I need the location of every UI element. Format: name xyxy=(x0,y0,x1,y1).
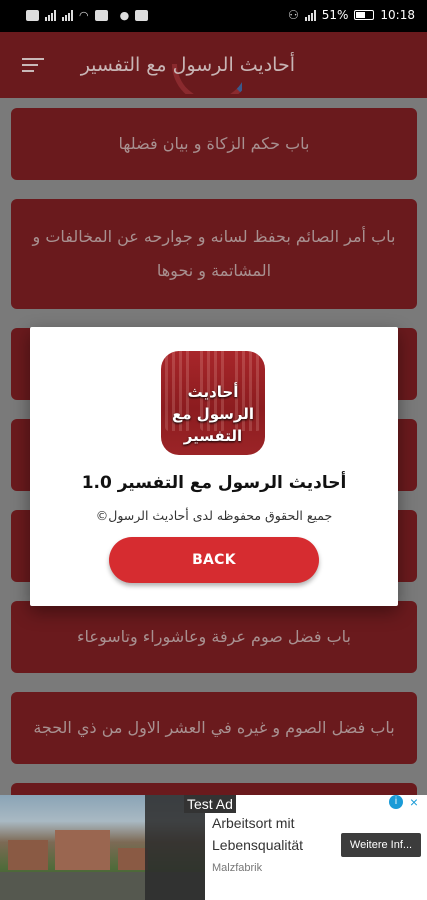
ad-cta-button[interactable]: Weitere Inf... xyxy=(341,833,421,857)
list-item[interactable]: باب فضل الصوم و غيره في العشر الاول من ذ… xyxy=(11,692,417,764)
ad-source: Malzfabrik xyxy=(212,862,263,874)
list-item[interactable]: باب حكم الزكاة و بيان فضلها xyxy=(11,108,417,180)
sim-icon xyxy=(26,10,39,21)
gallery-icon xyxy=(135,10,149,21)
wifi-icon: ◠ xyxy=(79,9,89,22)
ad-info-icon[interactable]: i xyxy=(389,795,403,809)
dialog-title: أحاديث الرسول مع التفسير 1.0 xyxy=(81,473,347,493)
list-item-label: باب حكم الزكاة و بيان فضلها xyxy=(118,134,310,153)
ad-headline[interactable]: Arbeitsort mit Lebensqualität xyxy=(212,812,337,856)
list-item[interactable]: باب أمر الصائم بحفظ لسانه و جوارحه عن ال… xyxy=(11,199,417,309)
signal-icon-2 xyxy=(62,10,73,21)
battery-icon xyxy=(354,10,375,20)
status-icons-right: ⚇ 51% 10:18 xyxy=(288,8,415,22)
messenger-icon: ● xyxy=(119,9,130,22)
cell-signal-icon xyxy=(304,9,316,21)
list-item-label: باب أمر الصائم بحفظ لسانه و جوارحه عن ال… xyxy=(32,227,396,280)
app-logo-text: أحاديث الرسول مع التفسير xyxy=(171,383,255,445)
clock: 10:18 xyxy=(380,8,415,22)
about-dialog: أحاديث الرسول مع التفسير أحاديث الرسول م… xyxy=(30,327,398,606)
menu-icon[interactable] xyxy=(22,58,44,74)
image-icon xyxy=(94,10,108,21)
list-item[interactable]: باب فضل صوم عرفة وعاشوراء وتاسوعاء xyxy=(11,601,417,673)
list-item[interactable] xyxy=(11,783,417,795)
list-item-label: باب فضل الصوم و غيره في العشر الاول من ذ… xyxy=(33,718,395,737)
ad-close-icon[interactable]: × xyxy=(407,795,421,809)
ad-banner[interactable]: Test Ad i × Arbeitsort mit Lebensqualitä… xyxy=(0,795,427,900)
app-logo: أحاديث الرسول مع التفسير xyxy=(161,351,265,455)
app-title: أحاديث الرسول مع التفسير xyxy=(80,54,295,76)
alarm-icon: ⚇ xyxy=(287,8,299,22)
status-icons-left: ◠ ● xyxy=(26,9,149,22)
ad-image[interactable] xyxy=(0,795,205,900)
copyright-text: جميع الحقوق محفوظه لدى أحاديث الرسول© xyxy=(95,508,333,523)
test-ad-label: Test Ad xyxy=(184,795,236,813)
app-bar: أحاديث الرسول مع التفسير xyxy=(0,32,427,98)
back-button[interactable]: BACK xyxy=(109,537,319,583)
signal-icon xyxy=(45,10,56,21)
status-bar: ◠ ● ⚇ 51% 10:18 xyxy=(0,0,427,32)
battery-percent: 51% xyxy=(321,8,349,22)
list-item-label: باب فضل صوم عرفة وعاشوراء وتاسوعاء xyxy=(77,627,352,646)
